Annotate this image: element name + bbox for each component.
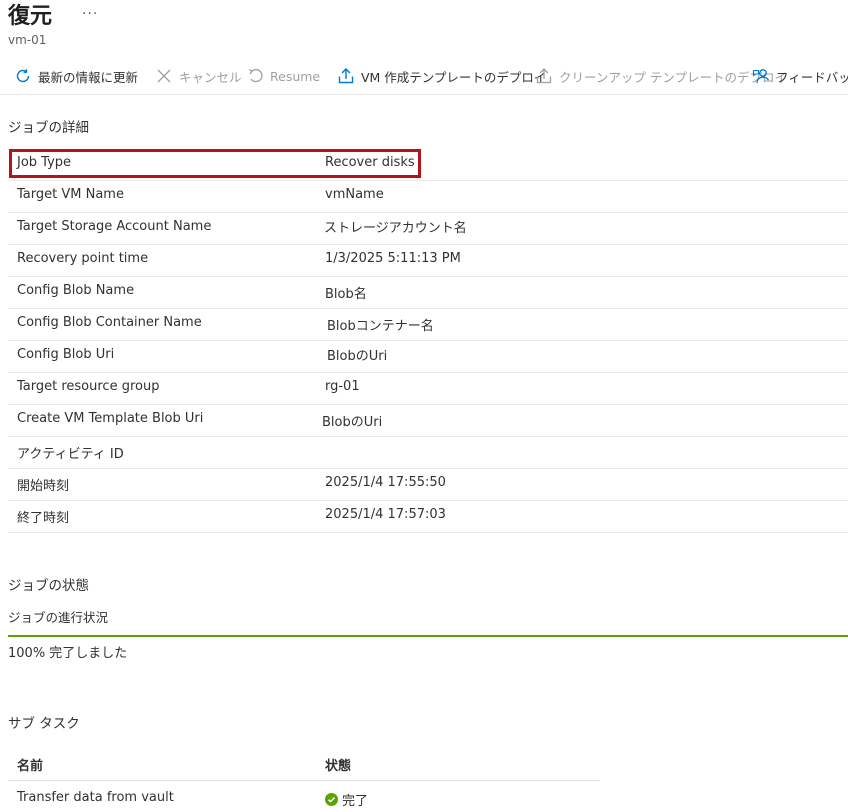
cancel-button[interactable]: キャンセル (155, 60, 242, 92)
highlight-annotation-box (9, 149, 421, 178)
detail-key: Target VM Name (17, 187, 124, 202)
detail-value: 2025/1/4 17:57:03 (325, 507, 446, 522)
detail-value: ストレージアカウント名 (324, 221, 467, 236)
detail-value: 1/3/2025 5:11:13 PM (325, 251, 461, 266)
job-progress-bar (8, 635, 848, 637)
detail-value: vmName (325, 187, 384, 202)
cleanup-template-button[interactable]: クリーンアップ テンプレートのデプロイ (535, 60, 787, 92)
detail-row-start-time: 開始時刻 2025/1/4 17:55:50 (8, 468, 848, 501)
detail-row-end-time: 終了時刻 2025/1/4 17:57:03 (8, 500, 848, 533)
detail-key: Target Storage Account Name (17, 219, 212, 234)
close-icon (155, 67, 173, 85)
feedback-label: フィードバック (776, 69, 848, 85)
deploy-template-button[interactable]: VM 作成テンプレートのデプロイ (337, 60, 546, 92)
resume-icon (246, 67, 264, 85)
job-progress-fill (8, 635, 848, 637)
subtasks-table-header: 名前 状態 (8, 746, 600, 781)
feedback-button[interactable]: フィードバック (752, 60, 848, 92)
job-status-heading: ジョブの状態 (8, 578, 89, 594)
resume-label: Resume (270, 68, 321, 84)
refresh-icon (14, 67, 32, 85)
job-progress-text: 100% 完了しました (8, 646, 128, 661)
page-title: 復元 (8, 4, 53, 29)
detail-value: Blob名 (325, 287, 367, 302)
detail-row-target-vm-name: Target VM Name vmName (8, 180, 848, 213)
detail-value: BlobのUri (322, 415, 383, 430)
refresh-button[interactable]: 最新の情報に更新 (14, 60, 138, 92)
subtasks-heading: サブ タスク (8, 716, 80, 732)
detail-value: BlobのUri (327, 349, 388, 364)
detail-value: rg-01 (325, 379, 360, 394)
detail-row-create-vm-template-blob-uri: Create VM Template Blob Uri BlobのUri (8, 404, 848, 437)
upload-icon (337, 67, 355, 85)
subtask-status-label: 完了 (342, 794, 369, 809)
cancel-label: キャンセル (179, 69, 242, 85)
detail-row-target-resource-group: Target resource group rg-01 (8, 372, 848, 405)
subtask-status: 完了 (325, 790, 368, 809)
feedback-icon (752, 67, 770, 85)
detail-value: Blobコンテナー名 (327, 319, 434, 334)
detail-key: アクティビティ ID (17, 447, 124, 462)
upload-icon (535, 67, 553, 85)
detail-key: 終了時刻 (17, 511, 70, 526)
command-bar: 最新の情報に更新 キャンセル Resume VM 作成テンプレートのデプロイ ク… (0, 60, 848, 95)
check-circle-icon (325, 793, 338, 806)
detail-key: 開始時刻 (17, 479, 70, 494)
detail-key: Config Blob Container Name (17, 315, 202, 330)
more-options-button[interactable]: ··· (82, 6, 98, 22)
detail-key: Config Blob Uri (17, 347, 115, 362)
detail-row-target-storage-account: Target Storage Account Name ストレージアカウント名 (8, 212, 848, 245)
resume-button[interactable]: Resume (246, 60, 320, 92)
detail-key: Recovery point time (17, 251, 149, 266)
detail-row-config-blob-name: Config Blob Name Blob名 (8, 276, 848, 309)
column-header-name[interactable]: 名前 (17, 755, 43, 774)
detail-row-activity-id: アクティビティ ID (8, 436, 848, 469)
table-row[interactable]: Transfer data from vault 完了 (8, 781, 600, 812)
detail-value: 2025/1/4 17:55:50 (325, 475, 446, 490)
refresh-label: 最新の情報に更新 (38, 69, 139, 85)
detail-row-config-blob-uri: Config Blob Uri BlobのUri (8, 340, 848, 373)
deploy-template-label: VM 作成テンプレートのデプロイ (361, 69, 547, 85)
detail-key: Target resource group (17, 379, 160, 394)
detail-key: Create VM Template Blob Uri (17, 411, 204, 426)
page-subtitle: vm-01 (8, 33, 47, 47)
column-header-status[interactable]: 状態 (325, 755, 351, 774)
subtask-name: Transfer data from vault (17, 790, 174, 805)
detail-row-recovery-point-time: Recovery point time 1/3/2025 5:11:13 PM (8, 244, 848, 277)
detail-key: Config Blob Name (17, 283, 135, 298)
job-details-heading: ジョブの詳細 (8, 120, 89, 136)
job-progress-label: ジョブの進行状況 (8, 610, 109, 625)
detail-row-config-blob-container-name: Config Blob Container Name Blobコンテナー名 (8, 308, 848, 341)
